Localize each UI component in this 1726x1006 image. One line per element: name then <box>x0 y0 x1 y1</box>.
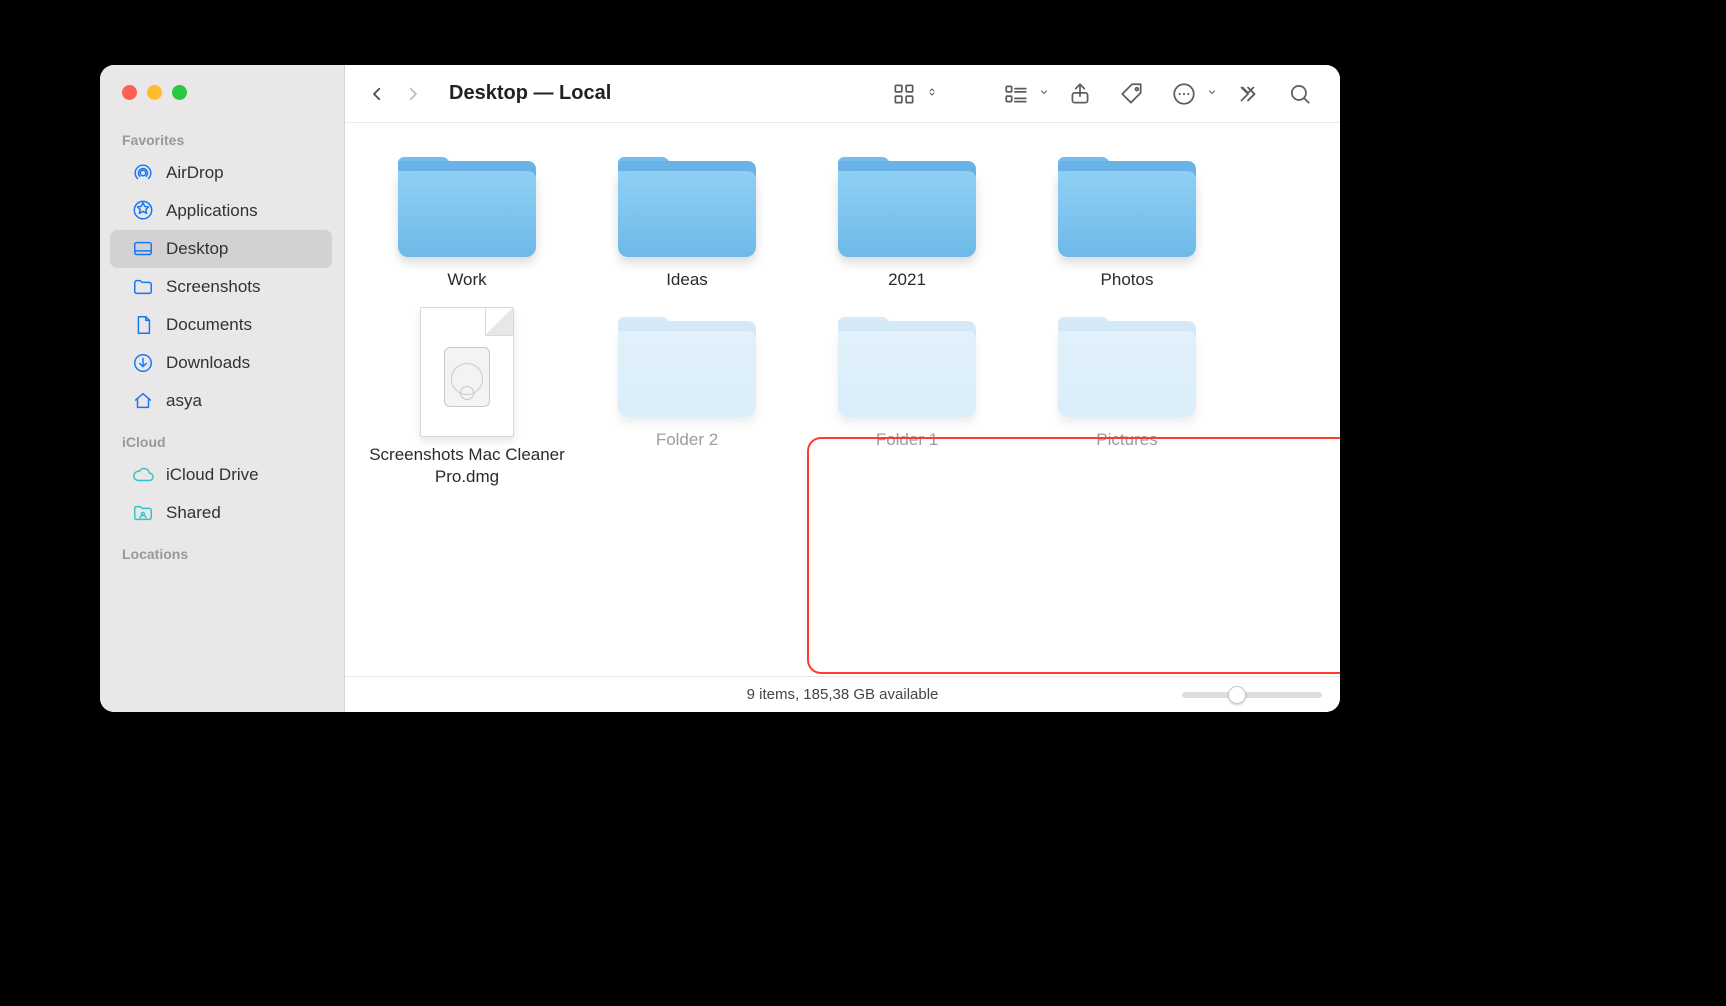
sidebar-item-home[interactable]: asya <box>110 382 332 420</box>
downloads-icon <box>132 352 154 374</box>
sidebar-section-favorites: Favorites <box>100 118 344 154</box>
hidden-folder-item[interactable]: Folder 2 <box>577 305 797 488</box>
item-label: Folder 2 <box>650 429 724 451</box>
chevron-updown-icon <box>926 85 938 103</box>
minimize-window-button[interactable] <box>147 85 162 100</box>
group-by-button[interactable] <box>994 76 1050 112</box>
sidebar-item-downloads[interactable]: Downloads <box>110 344 332 382</box>
fullscreen-window-button[interactable] <box>172 85 187 100</box>
back-button[interactable] <box>363 80 391 108</box>
sidebar-item-shared[interactable]: Shared <box>110 494 332 532</box>
item-label: 2021 <box>882 269 932 291</box>
sidebar-item-applications[interactable]: Applications <box>110 192 332 230</box>
sidebar-section-icloud: iCloud <box>100 420 344 456</box>
chevron-down-icon <box>1038 85 1050 103</box>
item-label: Work <box>441 269 492 291</box>
main-pane: Desktop — Local <box>345 65 1340 712</box>
folder-large-icon <box>612 305 762 425</box>
file-item[interactable]: Screenshots Mac Cleaner Pro.dmg <box>357 305 577 488</box>
window-controls <box>100 85 344 118</box>
airdrop-icon <box>132 162 154 184</box>
overflow-button[interactable] <box>1226 76 1270 112</box>
sidebar-item-label: AirDrop <box>166 163 224 183</box>
view-mode-button[interactable] <box>882 76 938 112</box>
sidebar-item-icloud-drive[interactable]: iCloud Drive <box>110 456 332 494</box>
status-text: 9 items, 185,38 GB available <box>747 686 939 703</box>
toolbar: Desktop — Local <box>345 65 1340 123</box>
sidebar-item-label: Documents <box>166 315 252 335</box>
sidebar-item-airdrop[interactable]: AirDrop <box>110 154 332 192</box>
sidebar-item-label: Desktop <box>166 239 228 259</box>
sidebar-section-locations: Locations <box>100 532 344 568</box>
finder-window: Favorites AirDrop Applications Desktop S… <box>100 65 1340 712</box>
status-bar: 9 items, 185,38 GB available <box>345 676 1340 712</box>
more-icon <box>1162 76 1206 112</box>
search-button[interactable] <box>1278 76 1322 112</box>
folder-large-icon <box>1052 145 1202 265</box>
sidebar-item-documents[interactable]: Documents <box>110 306 332 344</box>
folder-item[interactable]: Ideas <box>577 145 797 291</box>
sidebar-item-screenshots[interactable]: Screenshots <box>110 268 332 306</box>
hidden-folder-item[interactable]: Folder 1 <box>797 305 1017 488</box>
dmg-file-icon <box>412 305 522 440</box>
sidebar-item-label: Shared <box>166 503 221 523</box>
sidebar-item-label: asya <box>166 391 202 411</box>
share-button[interactable] <box>1058 76 1102 112</box>
folder-item[interactable]: 2021 <box>797 145 1017 291</box>
window-title: Desktop — Local <box>449 82 611 105</box>
folder-large-icon <box>392 145 542 265</box>
folder-large-icon <box>832 305 982 425</box>
forward-button[interactable] <box>399 80 427 108</box>
folder-item[interactable]: Work <box>357 145 577 291</box>
shared-folder-icon <box>132 502 154 524</box>
desktop-icon <box>132 238 154 260</box>
sidebar-item-label: iCloud Drive <box>166 465 259 485</box>
view-grid-icon <box>882 76 926 112</box>
item-label: Folder 1 <box>870 429 944 451</box>
home-icon <box>132 390 154 412</box>
applications-icon <box>132 200 154 222</box>
folder-large-icon <box>1052 305 1202 425</box>
group-icon <box>994 76 1038 112</box>
cloud-icon <box>132 464 154 486</box>
tags-button[interactable] <box>1110 76 1154 112</box>
folder-large-icon <box>612 145 762 265</box>
sidebar-item-label: Screenshots <box>166 277 261 297</box>
chevron-down-icon <box>1206 85 1218 103</box>
item-label: Pictures <box>1090 429 1163 451</box>
hidden-folder-item[interactable]: Pictures <box>1017 305 1237 488</box>
slider-knob[interactable] <box>1228 686 1246 704</box>
item-label: Photos <box>1095 269 1160 291</box>
folder-icon <box>132 276 154 298</box>
sidebar-item-desktop[interactable]: Desktop <box>110 230 332 268</box>
close-window-button[interactable] <box>122 85 137 100</box>
content-area[interactable]: Work Ideas 2021 Photos <box>345 123 1340 676</box>
folder-large-icon <box>832 145 982 265</box>
sidebar-item-label: Applications <box>166 201 258 221</box>
icon-size-slider[interactable] <box>1182 692 1322 698</box>
icon-grid: Work Ideas 2021 Photos <box>357 145 1328 502</box>
actions-menu-button[interactable] <box>1162 76 1218 112</box>
item-label: Ideas <box>660 269 714 291</box>
sidebar: Favorites AirDrop Applications Desktop S… <box>100 65 345 712</box>
documents-icon <box>132 314 154 336</box>
folder-item[interactable]: Photos <box>1017 145 1237 291</box>
sidebar-item-label: Downloads <box>166 353 250 373</box>
item-label: Screenshots Mac Cleaner Pro.dmg <box>357 444 577 488</box>
